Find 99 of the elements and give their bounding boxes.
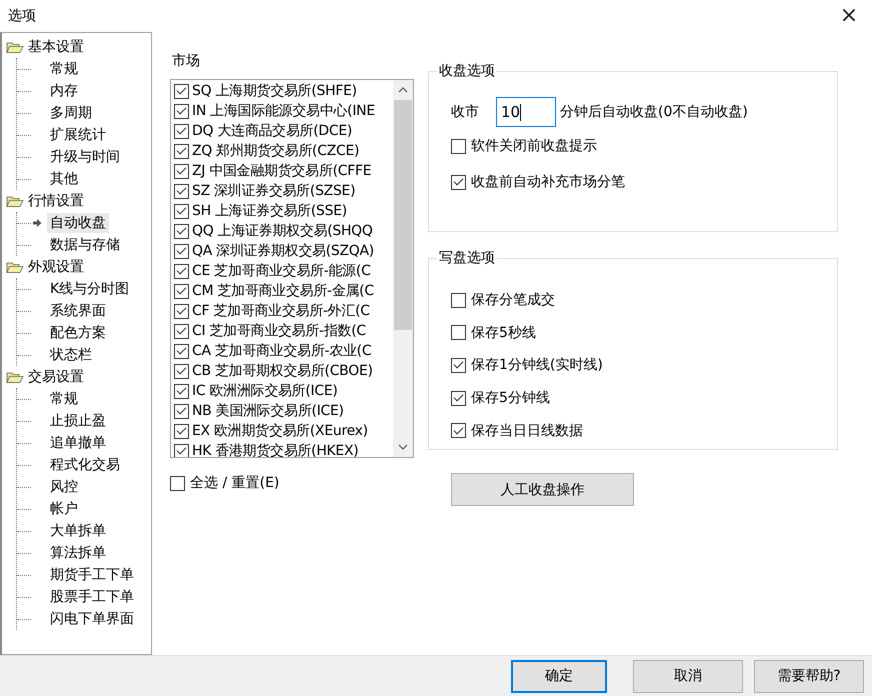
tree-item[interactable]: 多周期 (47, 103, 95, 123)
tree-item[interactable]: 系统界面 (47, 301, 109, 321)
market-item[interactable]: CB 芝加哥期权交易所(CBOE) (192, 362, 373, 380)
section-label: 市场 (172, 52, 201, 70)
market-item[interactable]: SQ 上海期货交易所(SHFE) (192, 82, 357, 100)
group-title: 写盘选项 (437, 249, 497, 267)
market-item[interactable]: CA 芝加哥商业交易所-农业(C (192, 342, 372, 360)
tree-item[interactable]: 扩展统计 (47, 125, 109, 145)
checkbox-label[interactable]: 保存当日日线数据 (471, 422, 583, 440)
checkbox[interactable] (170, 476, 185, 490)
tree-item[interactable]: K线与分时图 (47, 279, 132, 299)
tree-item[interactable]: 数据与存储 (47, 235, 123, 255)
tree-item[interactable]: 股票手工下单 (47, 587, 137, 607)
tree-item[interactable]: 大单拆单 (47, 521, 109, 541)
checkbox-label[interactable]: 软件关闭前收盘提示 (471, 137, 597, 155)
checkbox[interactable] (174, 424, 189, 438)
tree-item[interactable]: 其他 (47, 169, 81, 189)
tree-item[interactable]: 升级与时间 (47, 147, 123, 167)
market-item[interactable]: ZQ 郑州期货交易所(CZCE) (192, 142, 360, 160)
checkbox[interactable] (174, 164, 189, 178)
checkbox-label[interactable]: 收盘前自动补充市场分笔 (471, 173, 625, 191)
checkbox-label[interactable]: 保存1分钟线(实时线) (471, 356, 603, 374)
tree-item[interactable]: 止损止盈 (47, 411, 109, 431)
tree-item[interactable]: 程式化交易 (47, 455, 123, 475)
manual-close-button[interactable]: 人工收盘操作 (451, 473, 634, 506)
checkbox[interactable] (174, 344, 189, 358)
arrow-icon (31, 218, 43, 228)
tree-group[interactable]: 基本设置 (28, 38, 84, 56)
market-item[interactable]: ZJ 中国金融期货交易所(CFFE (192, 162, 372, 180)
checkbox[interactable] (451, 358, 466, 373)
folder-icon (6, 370, 24, 384)
checkbox[interactable] (174, 244, 189, 258)
checkbox[interactable] (174, 184, 189, 198)
checkbox[interactable] (174, 284, 189, 298)
tree-item[interactable]: 状态栏 (47, 345, 95, 365)
scrollbar[interactable] (393, 80, 413, 457)
market-item[interactable]: DQ 大连商品交易所(DCE) (192, 122, 352, 140)
dialog-button[interactable]: 确定 (511, 660, 607, 692)
group-title: 收盘选项 (437, 62, 497, 80)
tree-group[interactable]: 交易设置 (28, 368, 84, 386)
checkbox[interactable] (174, 144, 189, 158)
checkbox-label[interactable]: 保存5秒线 (471, 324, 536, 342)
market-item[interactable]: QA 深圳证券期权交易(SZQA) (192, 242, 374, 260)
checkbox[interactable] (174, 104, 189, 118)
tree-item[interactable]: 追单撤单 (47, 433, 109, 453)
tree-item[interactable]: 常规 (47, 389, 81, 409)
checkbox[interactable] (174, 364, 189, 378)
tree-item[interactable]: 闪电下单界面 (47, 609, 137, 629)
minutes-field[interactable]: 10 (496, 97, 556, 127)
market-item[interactable]: EX 欧洲期货交易所(XEurex) (192, 422, 368, 440)
checkbox[interactable] (174, 304, 189, 318)
market-item[interactable]: SH 上海证券交易所(SSE) (192, 202, 347, 220)
field-label: 收市 (451, 103, 480, 121)
checkbox[interactable] (174, 124, 189, 138)
checkbox[interactable] (451, 390, 466, 406)
checkbox[interactable] (174, 444, 189, 457)
market-item[interactable]: CM 芝加哥商业交易所-金属(C (192, 282, 374, 300)
window-title: 选项 (8, 7, 36, 25)
tree-item[interactable]: 内存 (47, 81, 81, 101)
checkbox[interactable] (174, 404, 189, 418)
close-button[interactable]: × (826, 0, 872, 32)
market-item[interactable]: SZ 深圳证券交易所(SZSE) (192, 182, 356, 200)
scroll-thumb[interactable] (394, 100, 412, 330)
checkbox[interactable] (451, 292, 466, 308)
tree-item[interactable]: 期货手工下单 (47, 565, 137, 585)
checkbox[interactable] (451, 138, 466, 154)
checkbox[interactable] (174, 264, 189, 278)
checkbox[interactable] (451, 423, 466, 438)
checkbox[interactable] (174, 324, 189, 338)
tree-group[interactable]: 外观设置 (28, 258, 84, 276)
checkbox[interactable] (174, 224, 189, 238)
checkbox-label[interactable]: 保存分笔成交 (471, 291, 555, 310)
market-item[interactable]: CE 芝加哥商业交易所-能源(C (192, 262, 371, 280)
field-suffix: 分钟后自动收盘(0不自动收盘) (560, 103, 748, 121)
market-item[interactable]: QQ 上海证券期权交易(SHQQ (192, 222, 373, 240)
tree-item[interactable]: 常规 (47, 59, 81, 79)
tree-item[interactable]: 自动收盘 (47, 213, 109, 233)
tree-item[interactable]: 算法拆单 (47, 543, 109, 563)
dialog-button[interactable]: 需要帮助? (754, 660, 864, 692)
checkbox-label[interactable]: 全选 / 重置(E) (190, 474, 280, 492)
checkbox[interactable] (451, 325, 466, 340)
market-item[interactable]: CF 芝加哥商业交易所-外汇(C (192, 302, 370, 320)
tree-group[interactable]: 行情设置 (28, 192, 84, 210)
folder-icon (6, 260, 24, 274)
folder-icon (6, 194, 24, 208)
folder-icon (6, 40, 24, 54)
market-item[interactable]: CI 芝加哥商业交易所-指数(C (192, 322, 366, 340)
checkbox[interactable] (451, 174, 466, 190)
tree-item[interactable]: 配色方案 (47, 323, 109, 343)
tree-item[interactable]: 风控 (47, 477, 81, 497)
checkbox[interactable] (174, 84, 189, 98)
market-item[interactable]: IN 上海国际能源交易中心(INE (192, 102, 375, 120)
checkbox-label[interactable]: 保存5分钟线 (471, 389, 550, 408)
tree-item[interactable]: 帐户 (47, 499, 81, 519)
market-item[interactable]: NB 美国洲际交易所(ICE) (192, 402, 344, 420)
market-item[interactable]: IC 欧洲洲际交易所(ICE) (192, 382, 338, 400)
checkbox[interactable] (174, 204, 189, 218)
dialog-button[interactable]: 取消 (633, 660, 743, 692)
checkbox[interactable] (174, 384, 189, 398)
